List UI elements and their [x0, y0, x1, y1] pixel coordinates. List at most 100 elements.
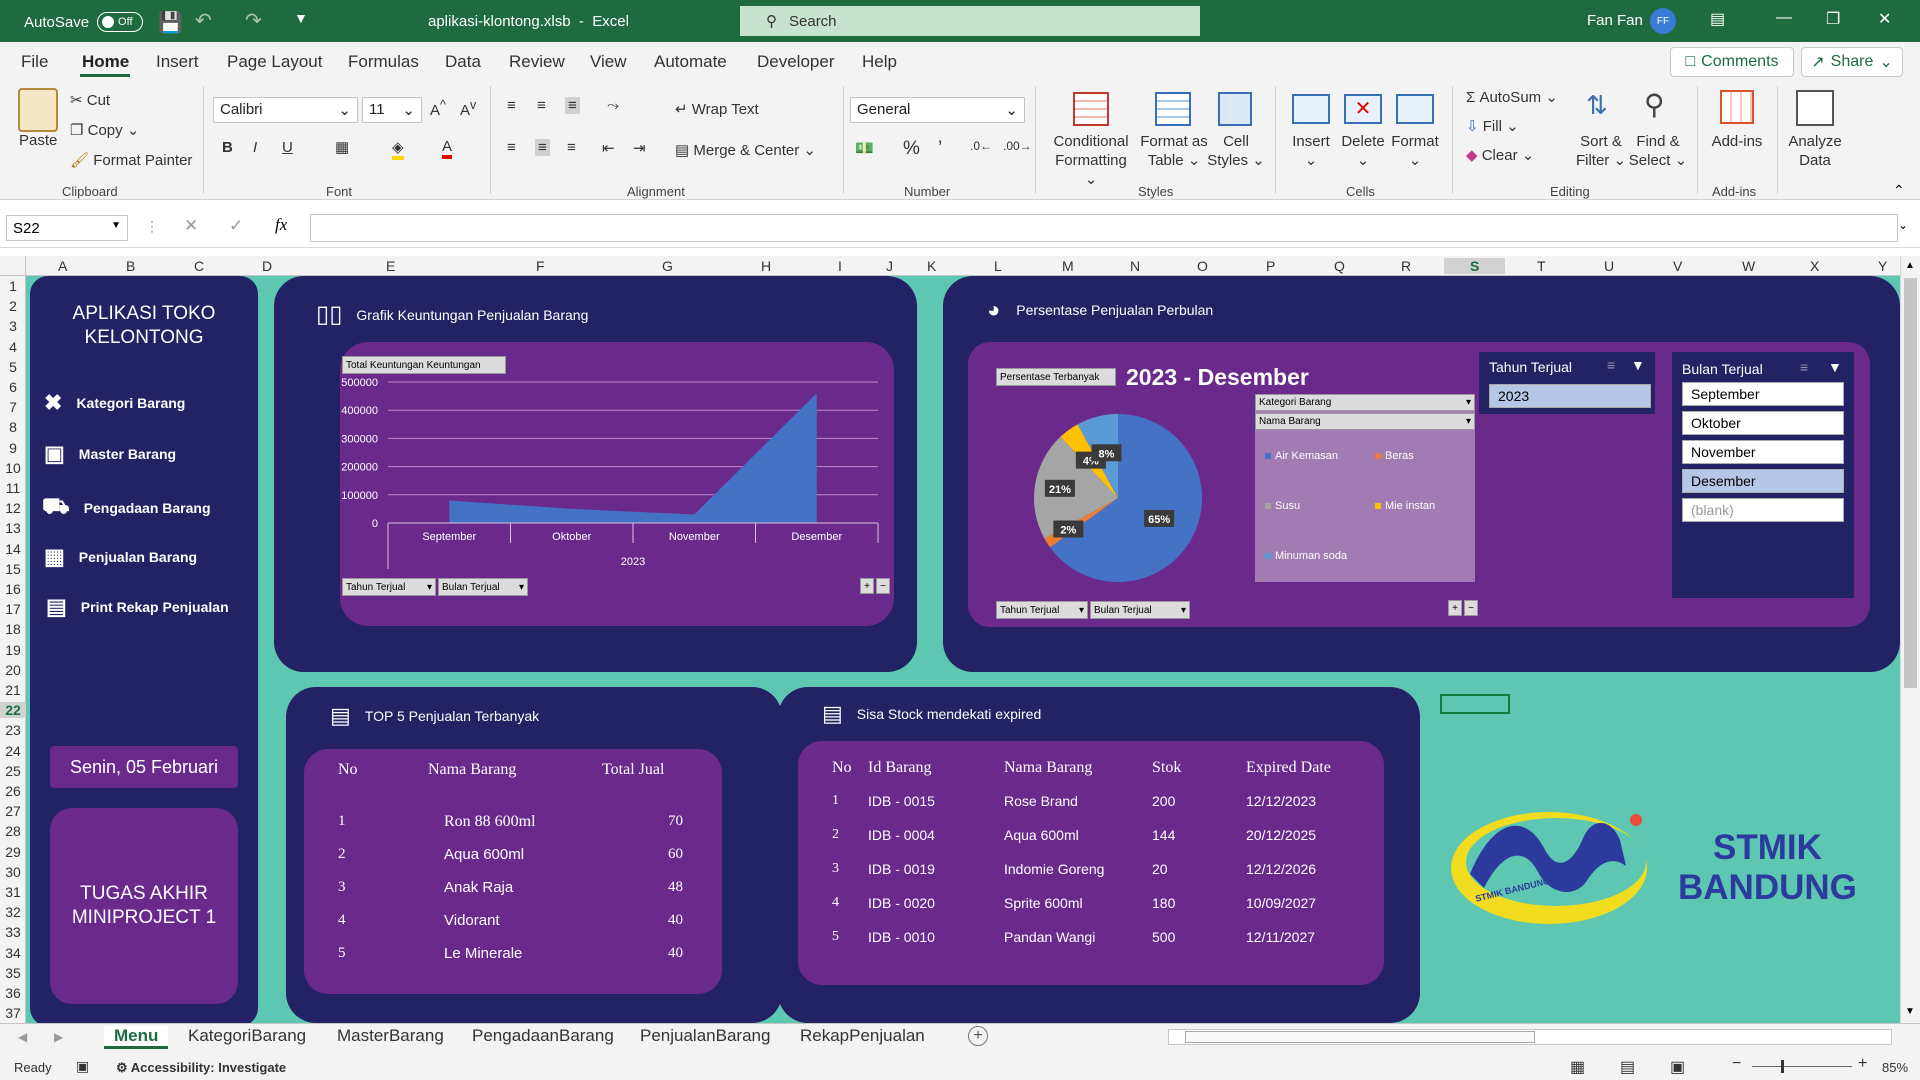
autosum-button[interactable]: Σ AutoSum ⌄ [1466, 88, 1558, 106]
column-header[interactable]: T [1537, 258, 1546, 274]
share-button[interactable]: ↗ Share ⌄ [1801, 47, 1903, 77]
column-header[interactable]: G [662, 258, 673, 274]
pie-filter-bulan[interactable]: Bulan Terjual ▾ [1090, 601, 1190, 619]
conditional-formatting-button[interactable]: Conditional Formatting ⌄ [1049, 132, 1133, 189]
minimize-icon[interactable]: — [1776, 9, 1792, 27]
select-all-button[interactable] [0, 256, 26, 276]
page-layout-view-icon[interactable]: ▤ [1620, 1057, 1635, 1077]
column-header[interactable]: H [761, 258, 771, 274]
row-header[interactable]: 14 [0, 541, 26, 557]
sheet-tab-penjualan[interactable]: PenjualanBarang [640, 1026, 770, 1046]
row-header[interactable]: 5 [0, 359, 26, 375]
pie-expand-icon[interactable]: + [1448, 600, 1462, 616]
prev-sheet-icon[interactable]: ◀ [18, 1030, 27, 1044]
tab-automate[interactable]: Automate [654, 52, 727, 72]
dropdown-nama-barang[interactable]: Nama Barang ▾ [1255, 413, 1475, 430]
row-header[interactable]: 37 [0, 1005, 26, 1021]
row-header[interactable]: 19 [0, 642, 26, 658]
slicer-item-oktober[interactable]: Oktober [1682, 411, 1844, 435]
normal-view-icon[interactable]: ▦ [1570, 1057, 1585, 1077]
row-header[interactable]: 31 [0, 884, 26, 900]
conditional-formatting-icon[interactable] [1073, 92, 1109, 126]
zoom-level[interactable]: 85% [1882, 1060, 1908, 1075]
slicer-item-september[interactable]: September [1682, 382, 1844, 406]
insert-cells-icon[interactable] [1292, 94, 1330, 124]
find-select-button[interactable]: Find & Select ⌄ [1628, 132, 1688, 170]
cell-styles-icon[interactable] [1218, 92, 1252, 126]
tab-help[interactable]: Help [862, 52, 897, 72]
copy-button[interactable]: ❐ Copy ⌄ [70, 121, 139, 139]
sheet-tab-pengadaan[interactable]: PengadaanBarang [472, 1026, 614, 1046]
row-header[interactable]: 3 [0, 318, 26, 334]
cell-styles-button[interactable]: Cell Styles ⌄ [1206, 132, 1266, 170]
italic-button[interactable]: I [253, 139, 257, 156]
increase-font-icon[interactable]: A^ [430, 98, 446, 119]
sidebar-item-kategori[interactable]: ✖ Kategori Barang [44, 390, 185, 416]
cancel-icon[interactable]: ✕ [184, 216, 198, 236]
add-sheet-icon[interactable]: + [968, 1026, 988, 1046]
row-header[interactable]: 26 [0, 783, 26, 799]
row-header[interactable]: 34 [0, 945, 26, 961]
font-name-dropdown[interactable]: Calibri ⌄ [213, 97, 358, 123]
customize-qat-icon[interactable]: ▼ [294, 10, 308, 26]
ribbon-display-icon[interactable]: ▤ [1710, 9, 1725, 29]
bold-button[interactable]: B [222, 139, 233, 156]
vertical-scrollbar[interactable]: ▲ ▼ [1900, 256, 1920, 1023]
cut-button[interactable]: ✂ Cut [70, 91, 110, 109]
row-header[interactable]: 12 [0, 500, 26, 516]
column-header[interactable]: A [58, 258, 67, 274]
autosave-toggle[interactable]: Off [97, 12, 144, 32]
fill-button[interactable]: ⇩ Fill ⌄ [1466, 117, 1519, 135]
number-format-dropdown[interactable]: General ⌄ [850, 97, 1025, 123]
row-header[interactable]: 23 [0, 722, 26, 738]
scroll-thumb[interactable] [1904, 278, 1917, 688]
align-bottom-icon[interactable]: ≡ [565, 97, 580, 114]
sort-filter-icon[interactable]: ⇅ [1586, 90, 1608, 121]
name-box[interactable]: S22 ▼ [6, 215, 128, 241]
row-header[interactable]: 30 [0, 864, 26, 880]
column-header[interactable]: K [927, 258, 936, 274]
increase-indent-icon[interactable]: ⇥ [633, 139, 646, 157]
column-header[interactable]: M [1062, 258, 1074, 274]
column-header[interactable]: D [262, 258, 272, 274]
row-header[interactable]: 25 [0, 763, 26, 779]
tab-home[interactable]: Home [82, 52, 129, 72]
expand-formula-icon[interactable]: ⌄ [1898, 218, 1908, 232]
search-box[interactable]: ⚲ Search [740, 6, 1200, 36]
column-header[interactable]: X [1810, 258, 1819, 274]
column-header[interactable]: P [1266, 258, 1275, 274]
delete-cells-icon[interactable]: ✕ [1344, 94, 1382, 124]
row-header[interactable]: 32 [0, 904, 26, 920]
worksheet-grid[interactable]: APLIKASI TOKO KELONTONG ✖ Kategori Barang … [26, 276, 1900, 1023]
format-as-table-button[interactable]: Format as Table ⌄ [1136, 132, 1212, 170]
merge-center-button[interactable]: ▤ Merge & Center ⌄ [675, 141, 816, 159]
slicer-item-desember[interactable]: Desember [1682, 469, 1844, 493]
paste-icon[interactable] [18, 88, 58, 132]
row-header[interactable]: 8 [0, 419, 26, 435]
wrap-text-button[interactable]: ↵ Wrap Text [675, 100, 759, 118]
tab-page-layout[interactable]: Page Layout [227, 52, 322, 72]
row-header[interactable]: 9 [0, 440, 26, 456]
collapse-ribbon-icon[interactable]: ⌃ [1893, 182, 1905, 199]
column-header[interactable]: V [1673, 258, 1682, 274]
zoom-out-icon[interactable]: − [1732, 1055, 1741, 1073]
row-header[interactable]: 6 [0, 379, 26, 395]
row-header[interactable]: 35 [0, 965, 26, 981]
align-middle-icon[interactable]: ≡ [537, 97, 546, 114]
multi-select-icon[interactable]: ≡ [1607, 357, 1615, 373]
underline-button[interactable]: U [282, 139, 293, 156]
redo-icon[interactable]: ↷ [245, 8, 262, 33]
column-header[interactable]: O [1197, 258, 1208, 274]
sheet-tab-rekap[interactable]: RekapPenjualan [800, 1026, 925, 1046]
row-header[interactable]: 15 [0, 561, 26, 577]
row-header[interactable]: 10 [0, 460, 26, 476]
format-as-table-icon[interactable] [1155, 92, 1191, 126]
column-header[interactable]: L [994, 258, 1002, 274]
clear-filter-icon[interactable]: ▼ [1631, 357, 1645, 373]
orientation-icon[interactable]: ⤳ [607, 97, 619, 114]
function-icon[interactable]: fx [275, 215, 287, 235]
close-icon[interactable]: ✕ [1878, 9, 1891, 29]
percent-icon[interactable]: % [903, 138, 920, 160]
analyze-data-icon[interactable] [1796, 90, 1834, 126]
borders-icon[interactable]: ▦ [335, 138, 349, 156]
